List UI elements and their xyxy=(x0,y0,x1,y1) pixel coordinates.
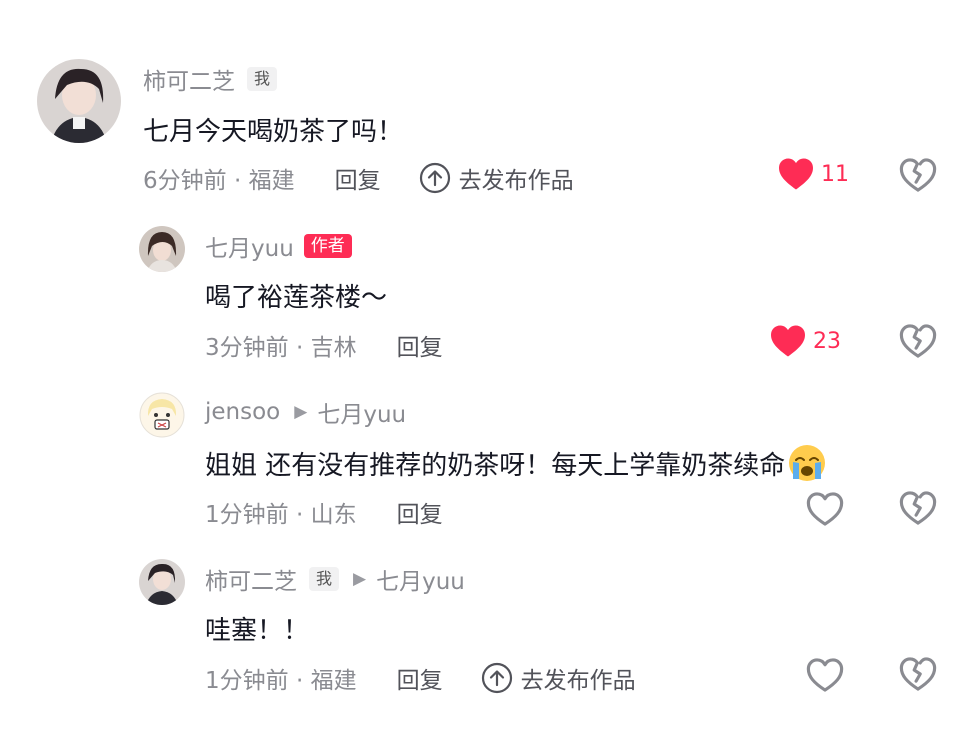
upload-arrow-icon xyxy=(419,162,450,194)
avatar[interactable] xyxy=(139,392,185,438)
username[interactable]: 七月yuu xyxy=(205,229,294,263)
comment-text: 哇塞！！ xyxy=(205,616,310,646)
comment-text: 姐姐 还有没有推荐的奶茶呀！每天上学靠奶茶续命 xyxy=(205,443,827,490)
heart-filled-icon xyxy=(779,158,813,190)
comment-meta: 6分钟前 · 福建 xyxy=(143,168,295,194)
like-button[interactable]: 11 xyxy=(777,157,849,191)
comment-text-body: 姐姐 还有没有推荐的奶茶呀！每天上学靠奶茶续命 xyxy=(205,451,786,481)
like-button[interactable] xyxy=(806,491,844,527)
reply-to-arrow-icon: ▶ xyxy=(353,569,367,589)
comment-text: 七月今天喝奶茶了吗！ xyxy=(143,117,404,147)
like-count: 23 xyxy=(813,328,841,354)
comment-text: 喝了裕莲茶楼～ xyxy=(205,283,388,313)
dislike-button[interactable] xyxy=(899,656,937,696)
publish-label: 去发布作品 xyxy=(520,668,636,694)
publish-button[interactable]: 去发布作品 xyxy=(419,161,574,195)
reply-button[interactable]: 回复 xyxy=(397,661,443,695)
dislike-button[interactable] xyxy=(899,323,937,363)
reply-to-username[interactable]: 七月yuu xyxy=(376,562,465,596)
publish-button[interactable]: 去发布作品 xyxy=(481,661,636,695)
me-badge: 我 xyxy=(247,67,278,91)
like-button[interactable] xyxy=(806,657,844,693)
heart-outline-icon xyxy=(806,492,844,526)
upload-arrow-icon xyxy=(481,662,512,694)
dislike-button[interactable] xyxy=(899,157,937,197)
heart-outline-icon xyxy=(806,658,844,692)
author-badge: 作者 xyxy=(303,234,352,258)
username[interactable]: 柿可二芝 xyxy=(205,562,297,596)
reply-to-username[interactable]: 七月yuu xyxy=(317,395,406,429)
like-count: 11 xyxy=(821,161,849,187)
username[interactable]: 柿可二芝 xyxy=(143,62,235,96)
broken-heart-icon xyxy=(899,491,937,525)
broken-heart-icon xyxy=(899,657,937,691)
dislike-button[interactable] xyxy=(899,490,937,530)
comment-meta: 3分钟前 · 吉林 xyxy=(205,335,357,361)
username[interactable]: jensoo xyxy=(205,399,280,425)
avatar[interactable] xyxy=(139,559,185,605)
reply-button[interactable]: 回复 xyxy=(397,495,443,529)
me-badge: 我 xyxy=(309,567,340,591)
publish-label: 去发布作品 xyxy=(458,168,574,194)
broken-heart-icon xyxy=(899,324,937,358)
reply-button[interactable]: 回复 xyxy=(397,328,443,362)
like-button[interactable]: 23 xyxy=(769,324,841,358)
broken-heart-icon xyxy=(899,158,937,192)
comment-meta: 1分钟前 · 山东 xyxy=(205,502,357,528)
comment-meta: 1分钟前 · 福建 xyxy=(205,668,357,694)
loudly-crying-face-icon xyxy=(787,443,827,490)
reply-to-arrow-icon: ▶ xyxy=(294,402,308,422)
avatar[interactable] xyxy=(139,226,185,272)
heart-filled-icon xyxy=(771,325,805,357)
avatar[interactable] xyxy=(37,59,121,143)
reply-button[interactable]: 回复 xyxy=(335,161,381,195)
